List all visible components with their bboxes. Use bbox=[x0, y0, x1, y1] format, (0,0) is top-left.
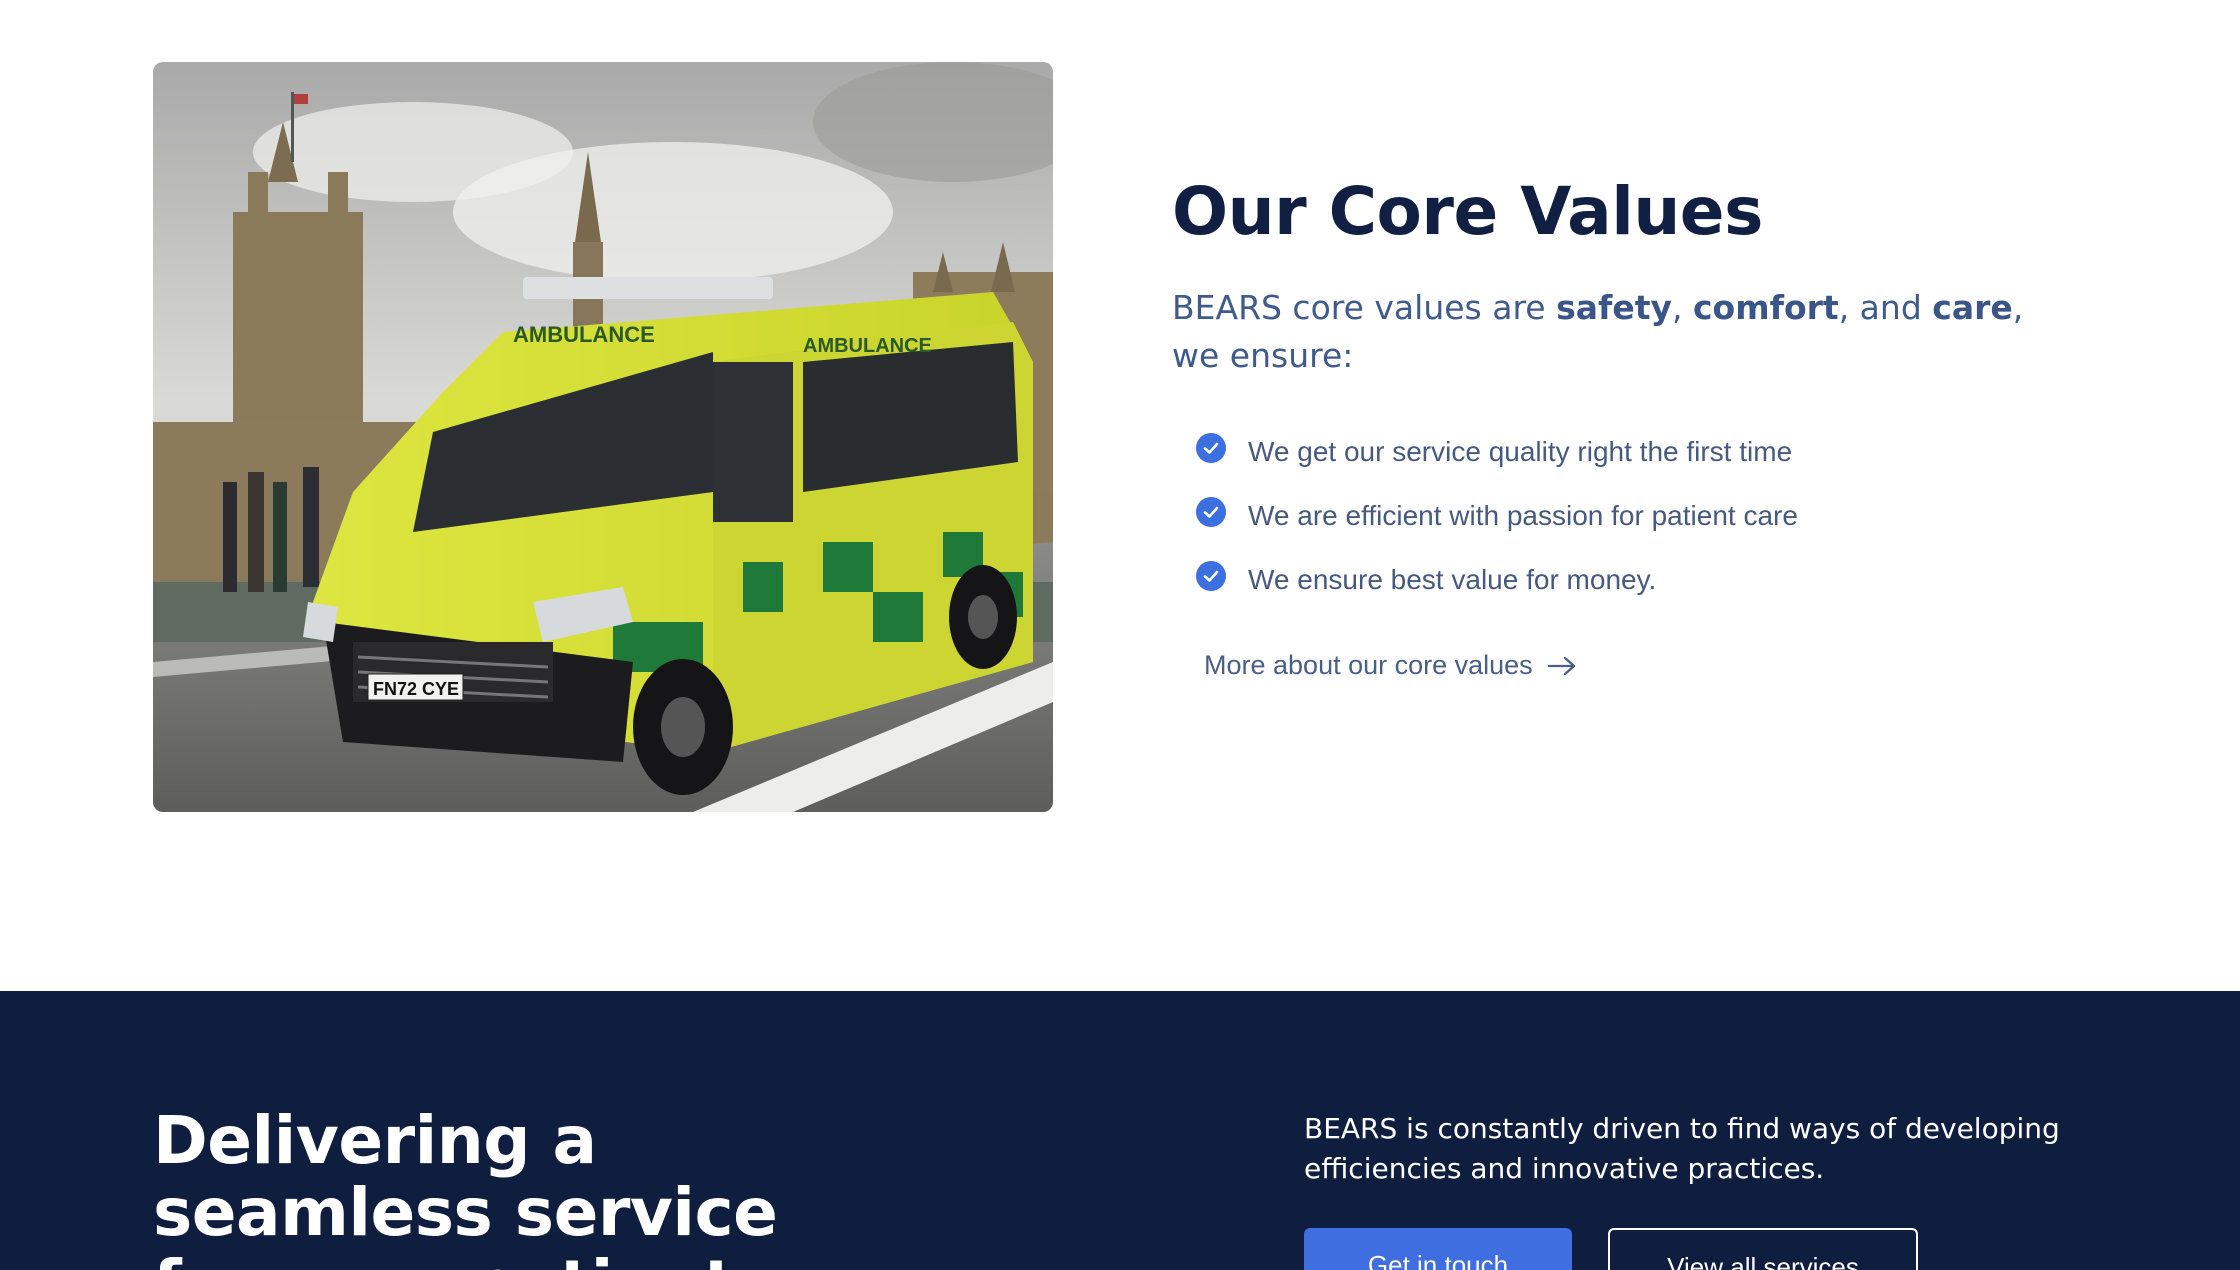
core-values-content: Our Core Values BEARS core values are sa… bbox=[1172, 170, 2072, 681]
intro-separator: , bbox=[1672, 288, 1693, 327]
more-core-values-label: More about our core values bbox=[1204, 650, 1533, 680]
core-values-list: We get our service quality right the fir… bbox=[1172, 420, 2072, 612]
intro-prefix: BEARS core values are bbox=[1172, 288, 1557, 327]
intro-value-care: care bbox=[1932, 288, 2013, 327]
check-circle-icon bbox=[1196, 433, 1226, 463]
list-item: We get our service quality right the fir… bbox=[1172, 420, 2072, 484]
cta-description: BEARS is constantly driven to find ways … bbox=[1304, 1112, 2060, 1185]
list-item-text: We ensure best value for money. bbox=[1248, 564, 1657, 595]
view-all-services-button[interactable]: View all services bbox=[1608, 1228, 1918, 1270]
svg-text:FN72 CYE: FN72 CYE bbox=[373, 679, 459, 699]
svg-text:AMBULANCE: AMBULANCE bbox=[513, 322, 655, 347]
intro-value-safety: safety bbox=[1556, 288, 1673, 327]
arrow-right-icon bbox=[1547, 656, 1575, 675]
core-values-section: AMBULANCE AMBULANCE FN72 CYE Our Core Va… bbox=[0, 0, 2240, 991]
ambulance-photo: AMBULANCE AMBULANCE FN72 CYE bbox=[153, 62, 1053, 812]
list-item-text: We get our service quality right the fir… bbox=[1248, 436, 1793, 467]
intro-value-comfort: comfort bbox=[1693, 288, 1839, 327]
list-item: We are efficient with passion for patien… bbox=[1172, 484, 2072, 548]
cta-section: Delivering a seamless service for your p… bbox=[0, 991, 2240, 1270]
get-in-touch-button[interactable]: Get in touch bbox=[1304, 1228, 1572, 1270]
svg-text:AMBULANCE: AMBULANCE bbox=[803, 335, 932, 357]
check-circle-icon bbox=[1196, 561, 1226, 591]
core-values-intro: BEARS core values are safety, comfort, a… bbox=[1172, 284, 2072, 380]
more-core-values-link[interactable]: More about our core values bbox=[1204, 650, 1577, 681]
list-item-text: We are efficient with passion for patien… bbox=[1248, 500, 1798, 531]
core-values-title: Our Core Values bbox=[1172, 173, 1763, 250]
check-circle-icon bbox=[1196, 497, 1226, 527]
intro-separator: , and bbox=[1838, 288, 1933, 327]
list-item: We ensure best value for money. bbox=[1172, 548, 2072, 612]
cta-heading: Delivering a seamless service for your p… bbox=[153, 1102, 778, 1270]
ambulance-image: AMBULANCE AMBULANCE FN72 CYE bbox=[153, 62, 1053, 812]
